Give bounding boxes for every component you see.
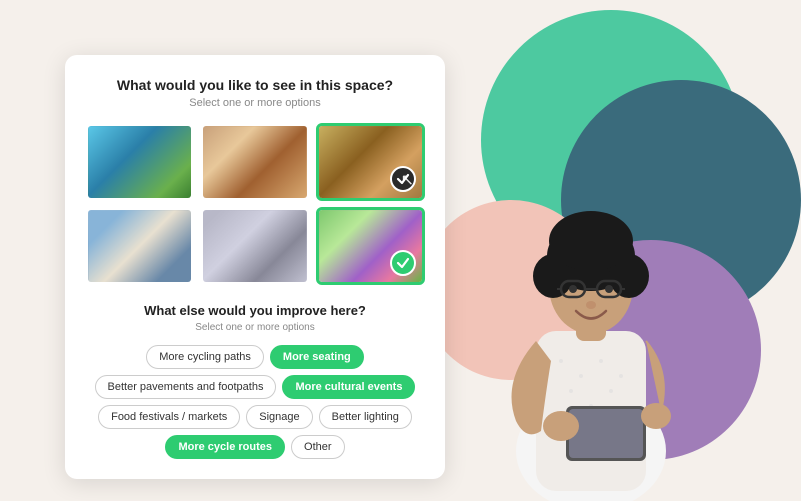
image-option-garden[interactable] [316,207,425,285]
image-option-street[interactable] [85,207,194,285]
image-option-water[interactable] [85,123,194,201]
image-option-crowd[interactable] [200,123,309,201]
image-grid: ↖ [85,123,425,285]
improve-title: What else would you improve here? [85,303,425,318]
circle-dark [561,80,801,320]
tag-signage[interactable]: Signage [246,405,312,429]
improve-subtitle: Select one or more options [85,322,425,333]
card-title: What would you like to see in this space… [85,77,425,93]
cursor-icon: ↖ [401,170,414,190]
tag-pavements[interactable]: Better pavements and footpaths [95,375,277,399]
image-option-wooden[interactable]: ↖ [316,123,425,201]
image-option-market[interactable] [200,207,309,285]
tag-other[interactable]: Other [291,435,345,459]
circle-teal [481,10,741,270]
tag-lighting[interactable]: Better lighting [319,405,412,429]
tag-food-festivals[interactable]: Food festivals / markets [98,405,240,429]
image-street [88,210,191,282]
tag-cycle-routes[interactable]: More cycle routes [165,435,285,459]
tags-container: More cycling paths More seating Better p… [85,345,425,459]
person-illustration [441,101,721,501]
circle-purple [541,240,761,460]
tag-cultural-events[interactable]: More cultural events [282,375,415,399]
survey-card: What would you like to see in this space… [65,55,445,479]
image-water [88,126,191,198]
tag-cycling-paths[interactable]: More cycling paths [146,345,264,369]
image-crowd [203,126,306,198]
circle-pink [421,200,601,380]
tag-more-seating[interactable]: More seating [270,345,364,369]
image-market [203,210,306,282]
card-subtitle: Select one or more options [85,97,425,109]
